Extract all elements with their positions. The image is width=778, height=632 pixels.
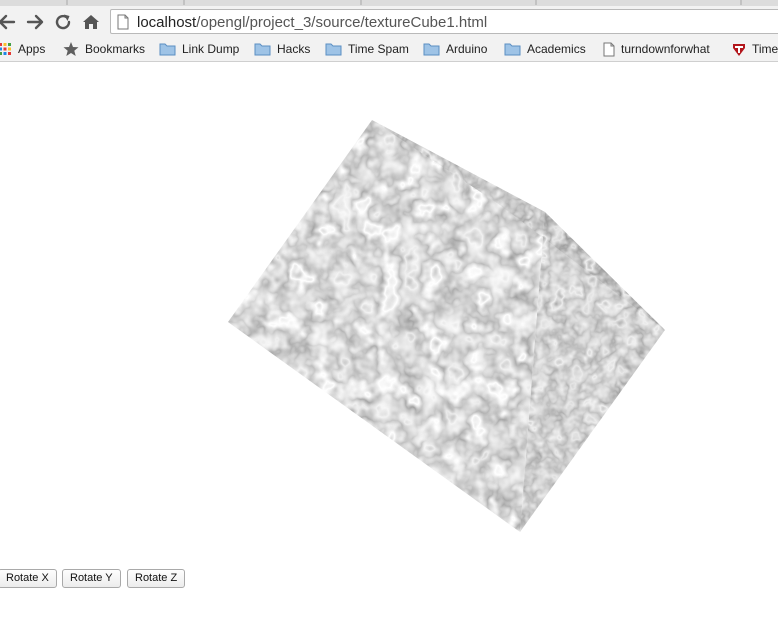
star-icon [63, 42, 79, 56]
page-icon [117, 14, 129, 30]
reload-button[interactable] [52, 11, 74, 33]
bookmark-label: turndownforwhat [621, 42, 710, 56]
rotate-z-button[interactable]: Rotate Z [127, 569, 186, 588]
url-text: localhost/opengl/project_3/source/textur… [137, 14, 487, 31]
textured-cube [228, 120, 665, 532]
bookmark-label: Time [752, 42, 778, 56]
page-icon [603, 42, 615, 56]
bookmarks-bar: Apps Bookmarks Link Dump Hacks Time Spam… [0, 36, 778, 62]
bookmark-academics[interactable]: Academics [504, 40, 586, 58]
folder-icon [159, 43, 176, 56]
rotate-y-button[interactable]: Rotate Y [62, 569, 121, 588]
back-arrow-icon [0, 14, 16, 30]
address-bar[interactable]: localhost/opengl/project_3/source/textur… [110, 9, 778, 34]
webgl-canvas [0, 62, 778, 562]
bookmark-turndownforwhat[interactable]: turndownforwhat [603, 40, 710, 58]
folder-icon [325, 43, 342, 56]
folder-icon [504, 43, 521, 56]
folder-icon [254, 43, 271, 56]
bookmark-label: Time Spam [348, 42, 409, 56]
bookmark-time-spam[interactable]: Time Spam [325, 40, 409, 58]
bookmark-link-dump[interactable]: Link Dump [159, 40, 239, 58]
url-path: /opengl/project_3/source/textureCube1.ht… [196, 14, 488, 31]
bookmark-label: Academics [527, 42, 586, 56]
bookmark-apps[interactable]: Apps [0, 40, 45, 58]
reload-icon [55, 14, 71, 30]
bookmark-label: Hacks [277, 42, 311, 56]
home-icon [83, 15, 99, 29]
bookmark-label: Bookmarks [85, 42, 146, 56]
tab-divider [183, 0, 185, 5]
home-button[interactable] [80, 11, 102, 33]
forward-button[interactable] [24, 11, 46, 33]
rotate-x-button[interactable]: Rotate X [0, 569, 57, 588]
apps-grid-icon [0, 43, 11, 55]
tab-divider [740, 0, 742, 5]
bookmark-time[interactable]: Time [732, 40, 778, 58]
folder-icon [423, 43, 440, 56]
url-host: localhost [137, 14, 197, 31]
bookmark-arduino[interactable]: Arduino [423, 40, 487, 58]
forward-arrow-icon [26, 14, 44, 30]
bookmark-label: Apps [18, 42, 46, 56]
tab-divider [66, 0, 68, 5]
site-favicon [733, 43, 745, 56]
bookmark-label: Arduino [446, 42, 488, 56]
back-button[interactable] [0, 11, 18, 33]
tab-divider [360, 0, 362, 5]
bookmark-bookmarks[interactable]: Bookmarks [63, 40, 145, 58]
bookmark-hacks[interactable]: Hacks [254, 40, 310, 58]
bookmark-label: Link Dump [182, 42, 240, 56]
browser-toolbar: localhost/opengl/project_3/source/textur… [0, 6, 778, 36]
tab-divider [535, 0, 537, 5]
